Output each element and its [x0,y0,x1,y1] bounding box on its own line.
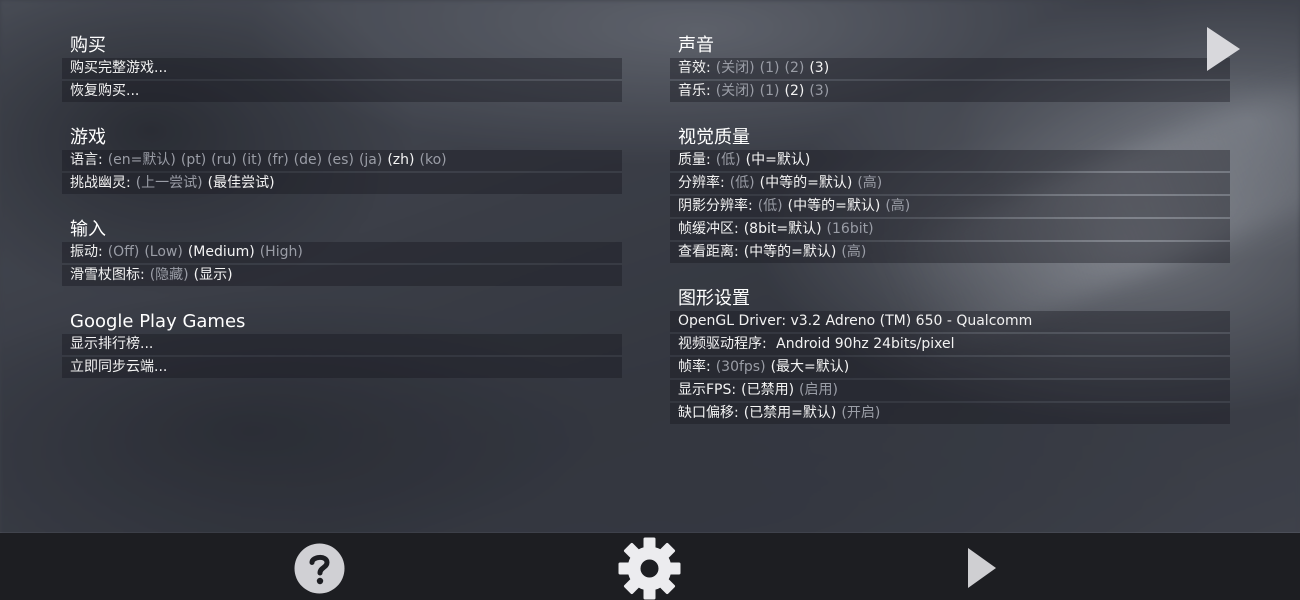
cloud-sync-button[interactable]: 立即同步云端... [62,357,622,378]
music-volume-setting: 音乐: (关闭) (1) (2) (3) [670,81,1230,102]
section-title-visual-quality: 视觉质量 [678,127,750,148]
setting-option[interactable]: (1) [760,60,780,76]
setting-option[interactable]: (最大=默认) [771,359,850,375]
setting-option[interactable]: (高) [841,244,866,260]
buy-full-game-button[interactable]: 购买完整游戏... [62,58,622,79]
section-title-graphics: 图形设置 [678,288,750,309]
section-title-sound: 声音 [678,35,714,56]
setting-option[interactable]: (中等的=默认) [788,198,881,214]
section-title-input: 输入 [70,219,106,240]
setting-option[interactable]: (30fps) [716,359,766,375]
setting-label: 音乐: [678,83,711,99]
setting-option[interactable]: (es) [327,152,354,168]
video-driver-value: Android 90hz 24bits/pixel [776,336,955,352]
setting-label: 挑战幽灵: [70,175,131,191]
setting-option[interactable]: (2) [785,60,805,76]
section-title-game: 游戏 [70,127,106,148]
setting-label: 查看距离: [678,244,739,260]
setting-label: 滑雪杖图标: [70,267,145,283]
setting-option[interactable]: (显示) [194,267,233,283]
setting-option[interactable]: (zh) [387,152,414,168]
setting-option[interactable]: (3) [809,60,829,76]
setting-option[interactable]: (it) [242,152,262,168]
setting-label: 振动: [70,244,103,260]
setting-option[interactable]: (启用) [799,382,838,398]
play-button[interactable] [968,548,996,588]
setting-option[interactable]: (隐藏) [150,267,189,283]
setting-option[interactable]: (开启) [841,405,880,421]
setting-option[interactable]: (Off) [108,244,140,260]
setting-label: 缺口偏移: [678,405,739,421]
settings-screen: 购买 购买完整游戏... 恢复购买... 游戏 语言: (en=默认) (pt) (r… [0,0,1300,600]
gear-icon [618,537,681,600]
section-title-google-play-games: Google Play Games [70,311,246,332]
setting-option[interactable]: (最佳尝试) [208,175,275,191]
resolution-setting: 分辨率: (低) (中等的=默认) (高) [670,173,1230,194]
setting-option[interactable]: (高) [857,175,882,191]
setting-label: 语言: [70,152,103,168]
setting-label: 帧缓冲区: [678,221,739,237]
vibration-setting: 振动: (Off) (Low) (Medium) (High) [62,242,622,263]
setting-option[interactable]: (关闭) [716,83,755,99]
framerate-setting: 帧率: (30fps) (最大=默认) [670,357,1230,378]
setting-label: 分辨率: [678,175,725,191]
video-driver-label: 视频驱动程序: [678,336,767,352]
language-setting: 语言: (en=默认) (pt) (ru) (it) (fr) (de) (es) (ja) (z… [62,150,622,171]
sfx-volume-setting: 音效: (关闭) (1) (2) (3) [670,58,1230,79]
opengl-driver-info: OpenGL Driver: v3.2 Adreno (TM) 650 - Qu… [670,311,1230,332]
setting-option[interactable]: (中=默认) [746,152,811,168]
notch-offset-setting: 缺口偏移: (已禁用=默认) (开启) [670,403,1230,424]
setting-option[interactable]: (低) [716,152,741,168]
setting-option[interactable]: (关闭) [716,60,755,76]
setting-option[interactable]: (低) [758,198,783,214]
shadow-resolution-setting: 阴影分辨率: (低) (中等的=默认) (高) [670,196,1230,217]
setting-option[interactable]: (ru) [211,152,237,168]
setting-option[interactable]: (ja) [359,152,382,168]
show-fps-setting: 显示FPS: (已禁用) (启用) [670,380,1230,401]
setting-option[interactable]: (16bit) [827,221,874,237]
setting-option[interactable]: (已禁用=默认) [744,405,837,421]
restore-purchase-button[interactable]: 恢复购买... [62,81,622,102]
setting-option[interactable]: (Medium) [188,244,255,260]
show-leaderboard-button[interactable]: 显示排行榜... [62,334,622,355]
pole-icon-setting: 滑雪杖图标: (隐藏) (显示) [62,265,622,286]
setting-option[interactable]: (1) [760,83,780,99]
setting-option[interactable]: (高) [885,198,910,214]
question-mark-icon [294,543,345,594]
setting-option[interactable]: (de) [294,152,322,168]
setting-label: 音效: [678,60,711,76]
setting-option[interactable]: (Low) [144,244,183,260]
setting-option[interactable]: (2) [785,83,805,99]
setting-option[interactable]: (en=默认) [108,152,176,168]
settings-button[interactable] [618,537,681,600]
help-button[interactable] [294,543,345,594]
setting-option[interactable]: (3) [809,83,829,99]
setting-option[interactable]: (上一尝试) [136,175,203,191]
setting-option[interactable]: (中等的=默认) [744,244,837,260]
setting-label: 阴影分辨率: [678,198,753,214]
setting-option[interactable]: (High) [260,244,303,260]
setting-option[interactable]: (低) [730,175,755,191]
setting-option[interactable]: (fr) [267,152,289,168]
setting-option[interactable]: (中等的=默认) [760,175,853,191]
setting-label: 显示FPS: [678,382,737,398]
setting-option[interactable]: (已禁用) [741,382,794,398]
quality-setting: 质量: (低) (中=默认) [670,150,1230,171]
setting-option[interactable]: (ko) [420,152,447,168]
view-distance-setting: 查看距离: (中等的=默认) (高) [670,242,1230,263]
ghost-challenge-setting: 挑战幽灵: (上一尝试) (最佳尝试) [62,173,622,194]
setting-label: 帧率: [678,359,711,375]
setting-option[interactable]: (8bit=默认) [744,221,822,237]
framebuffer-setting: 帧缓冲区: (8bit=默认) (16bit) [670,219,1230,240]
video-driver-info: 视频驱动程序: Android 90hz 24bits/pixel [670,334,1230,355]
play-icon[interactable] [1207,27,1240,71]
setting-option[interactable]: (pt) [181,152,206,168]
setting-label: 质量: [678,152,711,168]
section-title-purchase: 购买 [70,35,106,56]
